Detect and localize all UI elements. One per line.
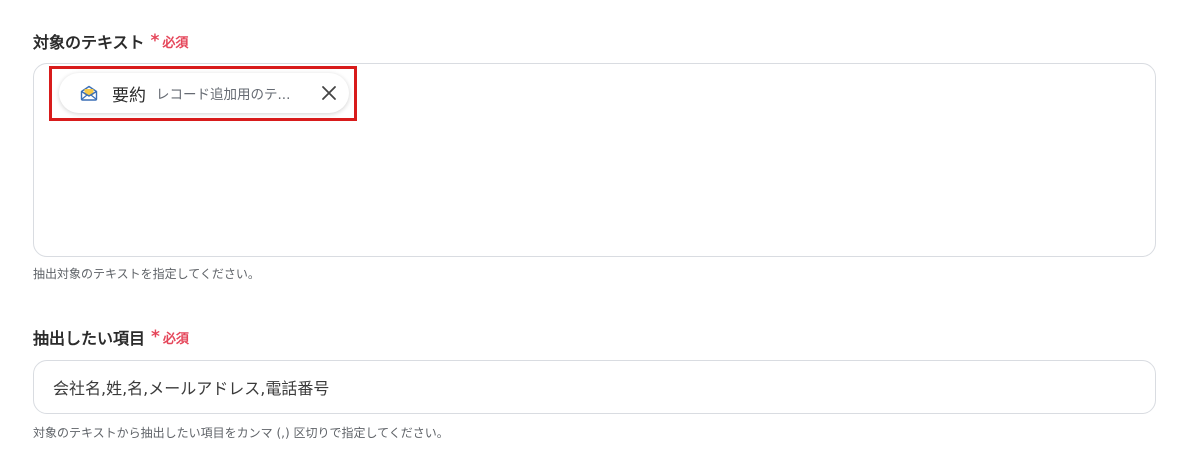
- extract-items-hint: 対象のテキストから抽出したい項目をカンマ (,) 区切りで指定してください。: [33, 426, 449, 440]
- required-asterisk: *: [150, 31, 160, 51]
- extract-items-input[interactable]: 会社名,姓,名,メールアドレス,電話番号: [33, 360, 1156, 414]
- extract-items-label: 抽出したい項目 * 必須: [33, 325, 189, 349]
- target-text-label-text: 対象のテキスト: [33, 33, 145, 52]
- target-text-label: 対象のテキスト * 必須: [33, 29, 188, 53]
- highlight-annotation: [49, 66, 357, 121]
- form-page: 対象のテキスト * 必須 要約 レコード追加用のテ... 抽出対象のテキストを指…: [0, 0, 1190, 460]
- target-text-hint: 抽出対象のテキストを指定してください。: [33, 267, 260, 281]
- required-badge: 必須: [162, 35, 189, 51]
- required-badge: 必須: [162, 331, 189, 347]
- extract-items-value: 会社名,姓,名,メールアドレス,電話番号: [53, 379, 330, 398]
- extract-items-label-text: 抽出したい項目: [33, 329, 146, 348]
- required-asterisk: *: [151, 327, 160, 347]
